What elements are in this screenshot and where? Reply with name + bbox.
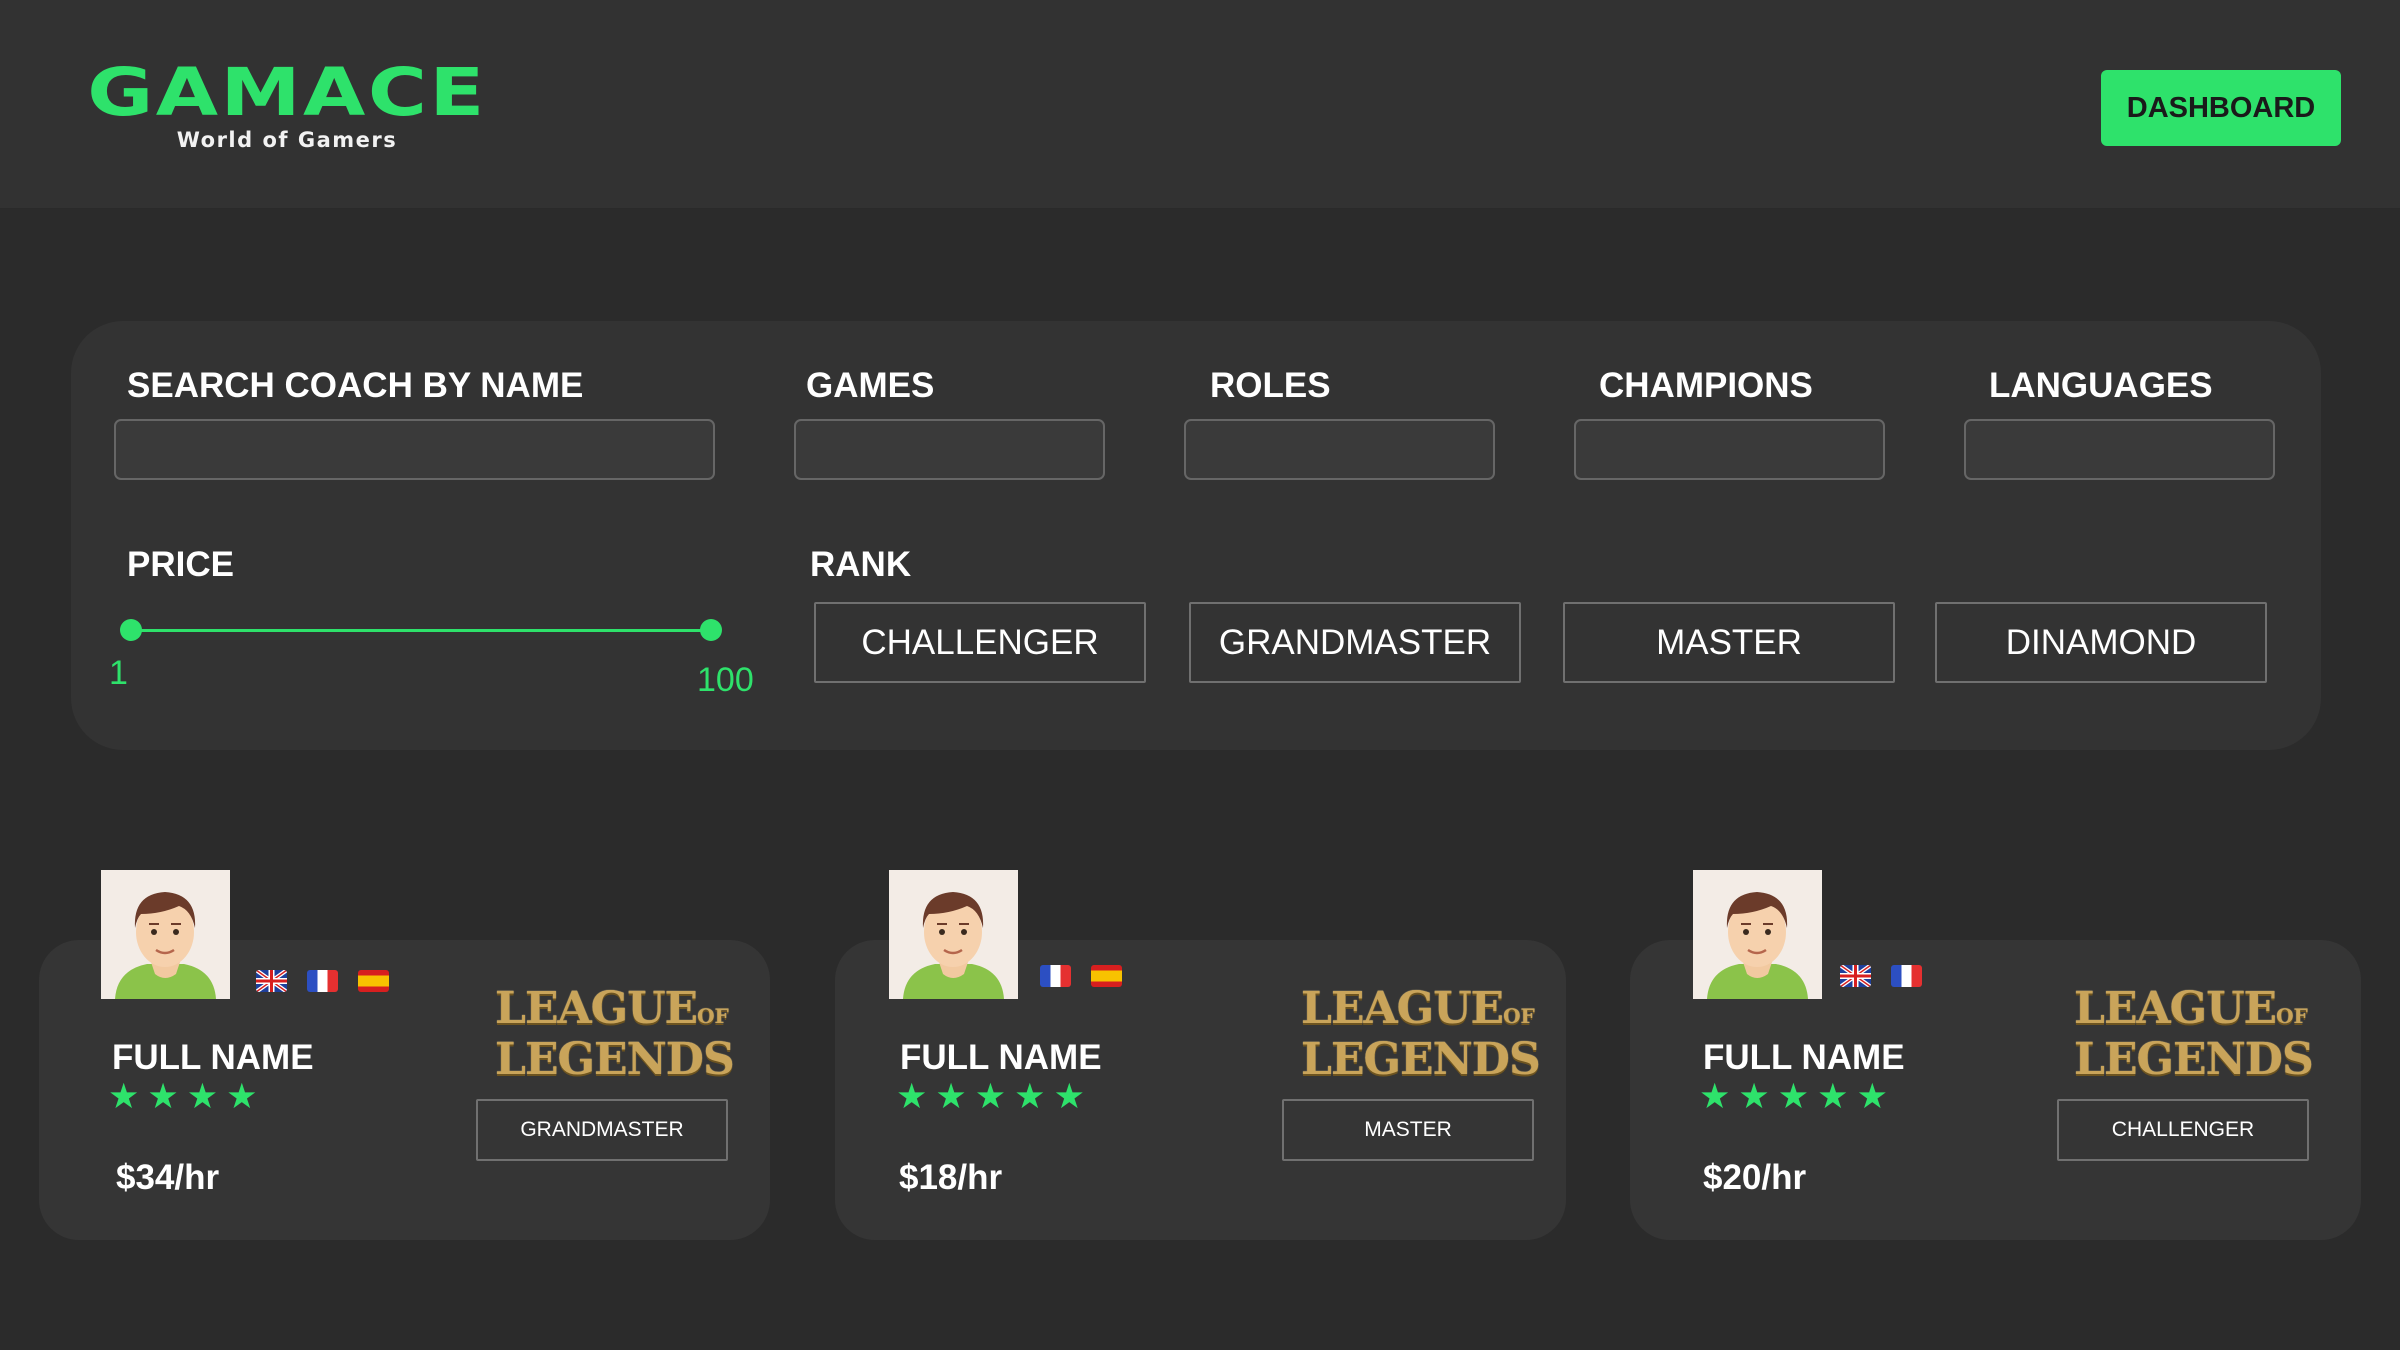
league-of-legends-logo: LEAGUEOF LEGENDS [495, 983, 735, 1085]
logo-title: GAMACE [87, 54, 487, 131]
coach-price: $18/hr [899, 1158, 1003, 1197]
price-slider-track[interactable] [130, 629, 710, 632]
coach-languages [256, 970, 389, 992]
price-slider-min-handle[interactable] [120, 619, 142, 641]
top-header: GAMACE World of Gamers DASHBOARD [0, 0, 2400, 209]
star-icon: ★ [1014, 1077, 1046, 1116]
coach-languages [1840, 965, 1922, 987]
rank-label: RANK [810, 545, 912, 584]
rank-grandmaster-button[interactable]: GRANDMASTER [1189, 602, 1521, 683]
search-coach-input[interactable] [114, 419, 715, 480]
coach-price: $34/hr [116, 1158, 220, 1197]
star-icon: ★ [1856, 1077, 1888, 1116]
star-icon: ★ [1053, 1077, 1085, 1116]
coach-name: FULL NAME [112, 1038, 314, 1077]
star-icon: ★ [147, 1077, 179, 1116]
logo-subtitle: World of Gamers [176, 128, 398, 152]
coach-rank-badge[interactable]: CHALLENGER [2057, 1099, 2309, 1161]
champions-input[interactable] [1574, 419, 1885, 480]
coach-languages [1040, 965, 1122, 987]
coach-rating: ★ ★ ★ ★ ★ [1699, 1079, 1888, 1115]
roles-input[interactable] [1184, 419, 1495, 480]
dashboard-button[interactable]: DASHBOARD [2101, 70, 2341, 146]
coach-rank-badge[interactable]: MASTER [1282, 1099, 1534, 1161]
coach-avatar [101, 870, 230, 999]
league-of-legends-logo: LEAGUEOF LEGENDS [2074, 983, 2314, 1085]
rank-diamond-button[interactable]: DINAMOND [1935, 602, 2267, 683]
star-icon: ★ [896, 1077, 928, 1116]
languages-label: LANGUAGES [1989, 366, 2213, 405]
games-label: GAMES [806, 366, 935, 405]
es-flag-icon [358, 970, 389, 992]
price-slider-max-handle[interactable] [700, 619, 722, 641]
star-icon: ★ [1738, 1077, 1770, 1116]
star-icon: ★ [1699, 1077, 1731, 1116]
star-icon: ★ [1777, 1077, 1810, 1116]
gamace-logo[interactable]: GAMACE World of Gamers [80, 60, 494, 153]
star-icon: ★ [186, 1077, 219, 1116]
coach-price: $20/hr [1703, 1158, 1807, 1197]
fr-flag-icon [307, 970, 338, 992]
coach-name: FULL NAME [900, 1038, 1102, 1077]
uk-flag-icon [1840, 965, 1871, 987]
price-max-value: 100 [697, 661, 754, 699]
rank-challenger-button[interactable]: CHALLENGER [814, 602, 1146, 683]
price-min-value: 1 [109, 654, 128, 692]
roles-label: ROLES [1210, 366, 1331, 405]
coach-name: FULL NAME [1703, 1038, 1905, 1077]
coach-avatar [889, 870, 1018, 999]
search-coach-label: SEARCH COACH BY NAME [127, 366, 584, 405]
fr-flag-icon [1040, 965, 1071, 987]
fr-flag-icon [1891, 965, 1922, 987]
languages-input[interactable] [1964, 419, 2275, 480]
price-label: PRICE [127, 545, 234, 584]
rank-master-button[interactable]: MASTER [1563, 602, 1895, 683]
star-icon: ★ [226, 1077, 258, 1116]
star-icon: ★ [108, 1077, 140, 1116]
games-input[interactable] [794, 419, 1105, 480]
es-flag-icon [1091, 965, 1122, 987]
star-icon: ★ [974, 1077, 1007, 1116]
star-icon: ★ [1817, 1077, 1849, 1116]
coach-rating: ★ ★ ★ ★ [108, 1079, 258, 1115]
coach-rating: ★ ★ ★ ★ ★ [896, 1079, 1085, 1115]
avatar-icon [889, 870, 1018, 999]
star-icon: ★ [935, 1077, 967, 1116]
avatar-icon [101, 870, 230, 999]
uk-flag-icon [256, 970, 287, 992]
champions-label: CHAMPIONS [1599, 366, 1813, 405]
coach-rank-badge[interactable]: GRANDMASTER [476, 1099, 728, 1161]
league-of-legends-logo: LEAGUEOF LEGENDS [1301, 983, 1541, 1085]
avatar-icon [1693, 870, 1822, 999]
coach-avatar [1693, 870, 1822, 999]
filter-panel: SEARCH COACH BY NAME GAMES ROLES CHAMPIO… [71, 321, 2321, 750]
